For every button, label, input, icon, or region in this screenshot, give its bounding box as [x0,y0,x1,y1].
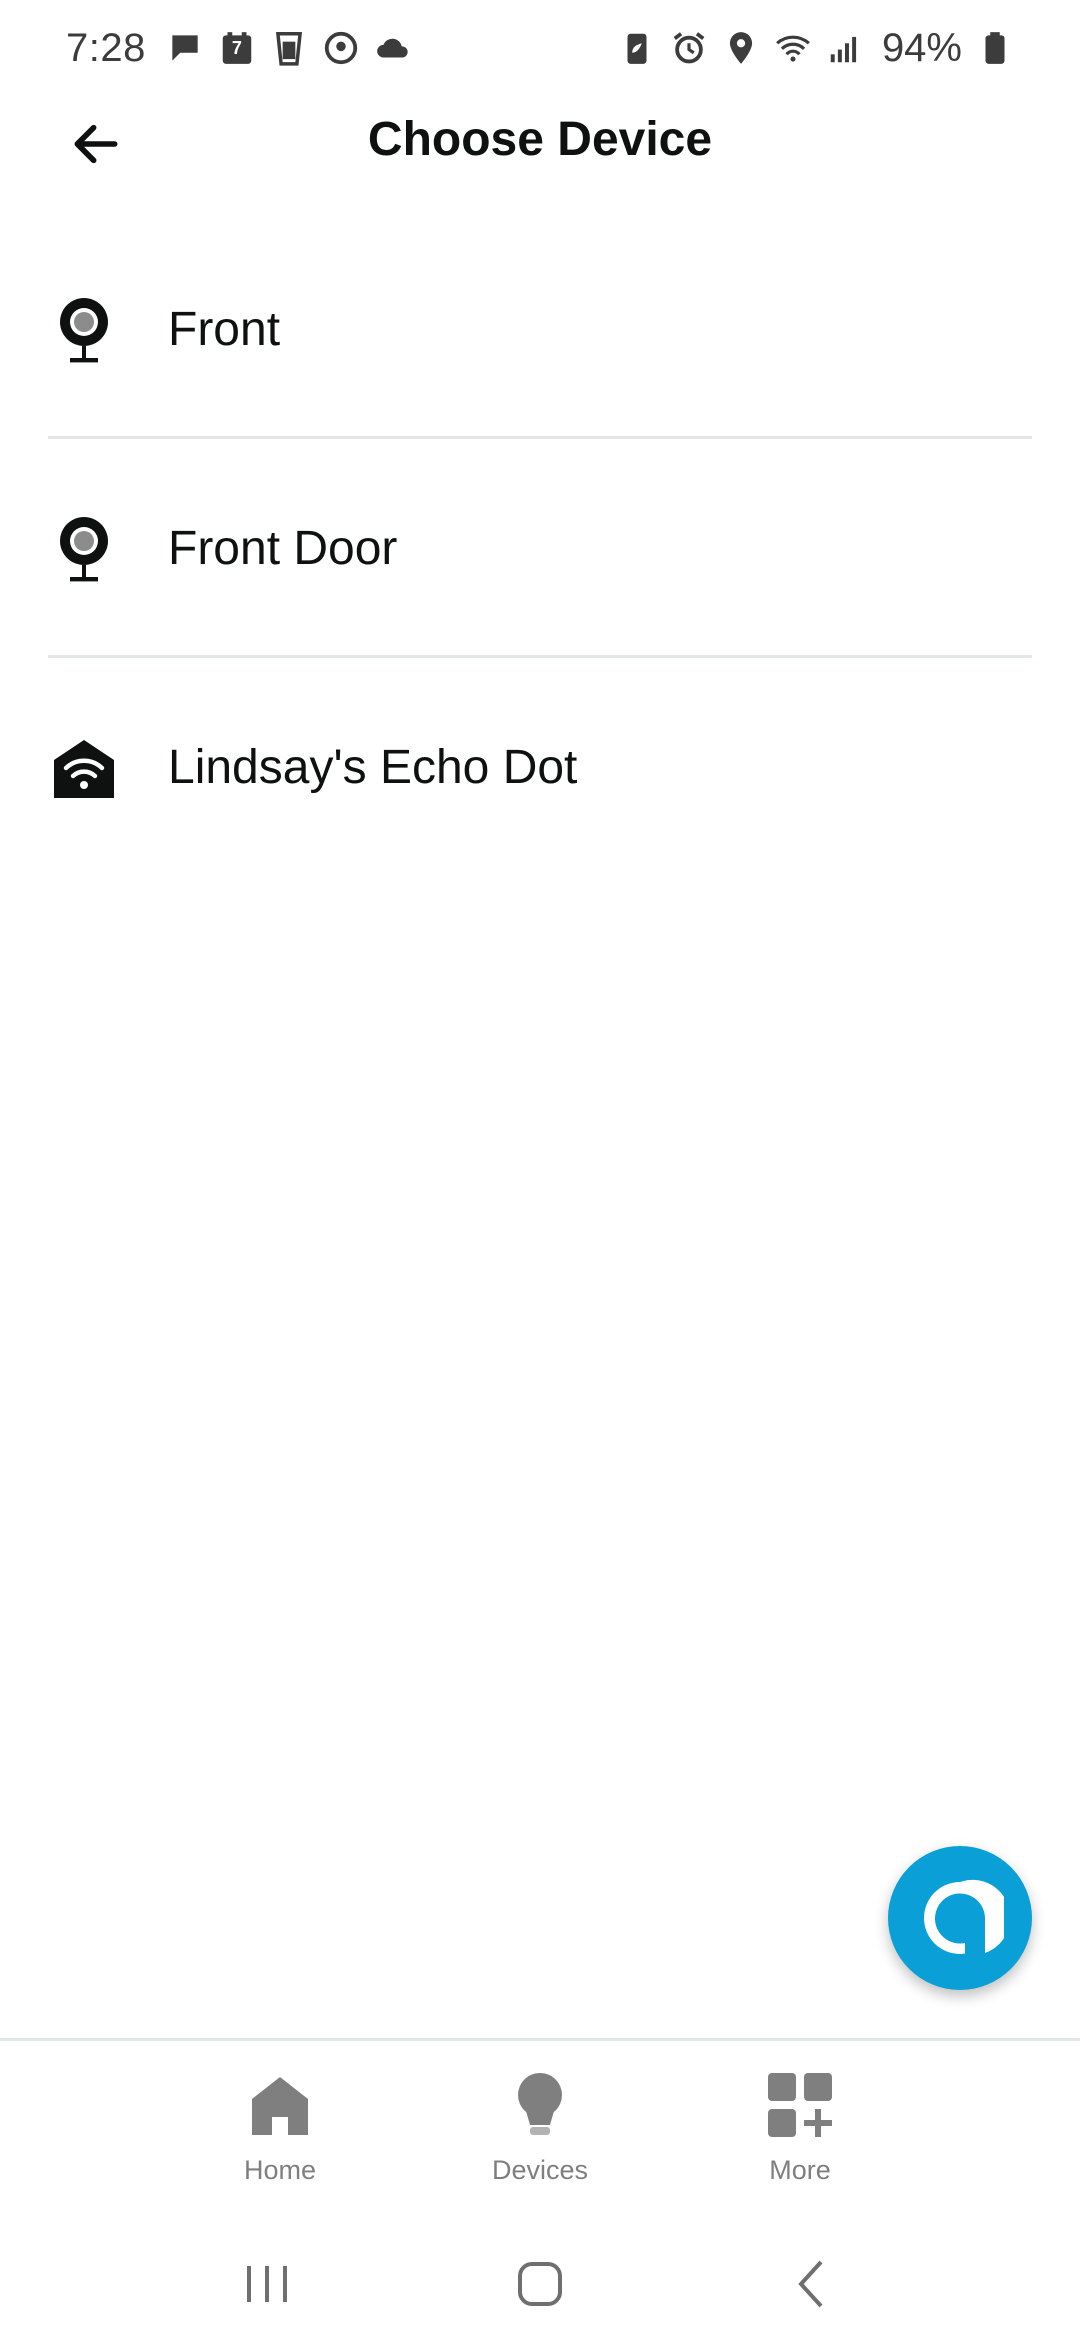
nav-label: Devices [491,2155,589,2185]
alexa-button[interactable] [888,1846,1032,1990]
battery-percent: 94% [881,25,962,70]
page-title: Choose Device [367,113,713,166]
device-label: Front [168,303,281,356]
grid-plus-icon [768,2073,832,2137]
device-label: Lindsay's Echo Dot [168,741,578,794]
chat-bubble-icon [172,35,198,61]
cloud-icon [377,38,408,58]
system-nav [0,2228,1080,2340]
calendar-day: 7 [231,38,242,58]
system-back-button[interactable] [763,2244,863,2324]
device-row-front[interactable]: Front [0,220,1080,439]
camera-icon [48,513,120,585]
bottom-nav: Home Devices More [0,2038,1080,2228]
bulb-icon [518,2073,562,2135]
device-list: Front Front Door Lindsay's Echo Dot [0,220,1080,877]
calendar-icon: 7 [218,29,256,67]
nav-label: Home [243,2155,317,2185]
screen: 7:28 7 94% Choose Device Front Front Doo… [0,0,1080,2340]
recents-icon [246,2266,287,2302]
echo-house-icon [48,732,120,804]
alarm-icon [673,32,705,64]
device-label: Front Door [168,522,398,575]
status-bar: 7:28 7 94% [0,0,1080,96]
location-icon [729,32,753,64]
camera-icon [48,294,120,366]
status-time: 7:28 [66,25,146,70]
system-home-button[interactable] [490,2244,590,2324]
battery-saver-icon [627,33,647,64]
alexa-icon [924,1879,1004,1954]
device-row-front-door[interactable]: Front Door [0,439,1080,658]
home-icon [252,2077,308,2135]
nav-more[interactable]: More [710,2041,890,2228]
wifi-icon [776,35,810,62]
nav-label: More [769,2155,831,2185]
podcast-icon [324,31,358,65]
cup-icon [275,32,302,66]
nav-home[interactable]: Home [190,2041,370,2228]
header: Choose Device [0,96,1080,186]
recents-button[interactable] [217,2244,317,2324]
home-outline-icon [517,2262,562,2306]
status-right: 94% [618,26,1014,71]
battery-icon [985,32,1005,64]
nav-devices[interactable]: Devices [450,2041,630,2228]
device-row-echo-dot[interactable]: Lindsay's Echo Dot [0,658,1080,877]
back-chevron-icon [798,2260,823,2308]
status-left: 7:28 7 [66,26,412,71]
signal-icon [830,36,857,63]
